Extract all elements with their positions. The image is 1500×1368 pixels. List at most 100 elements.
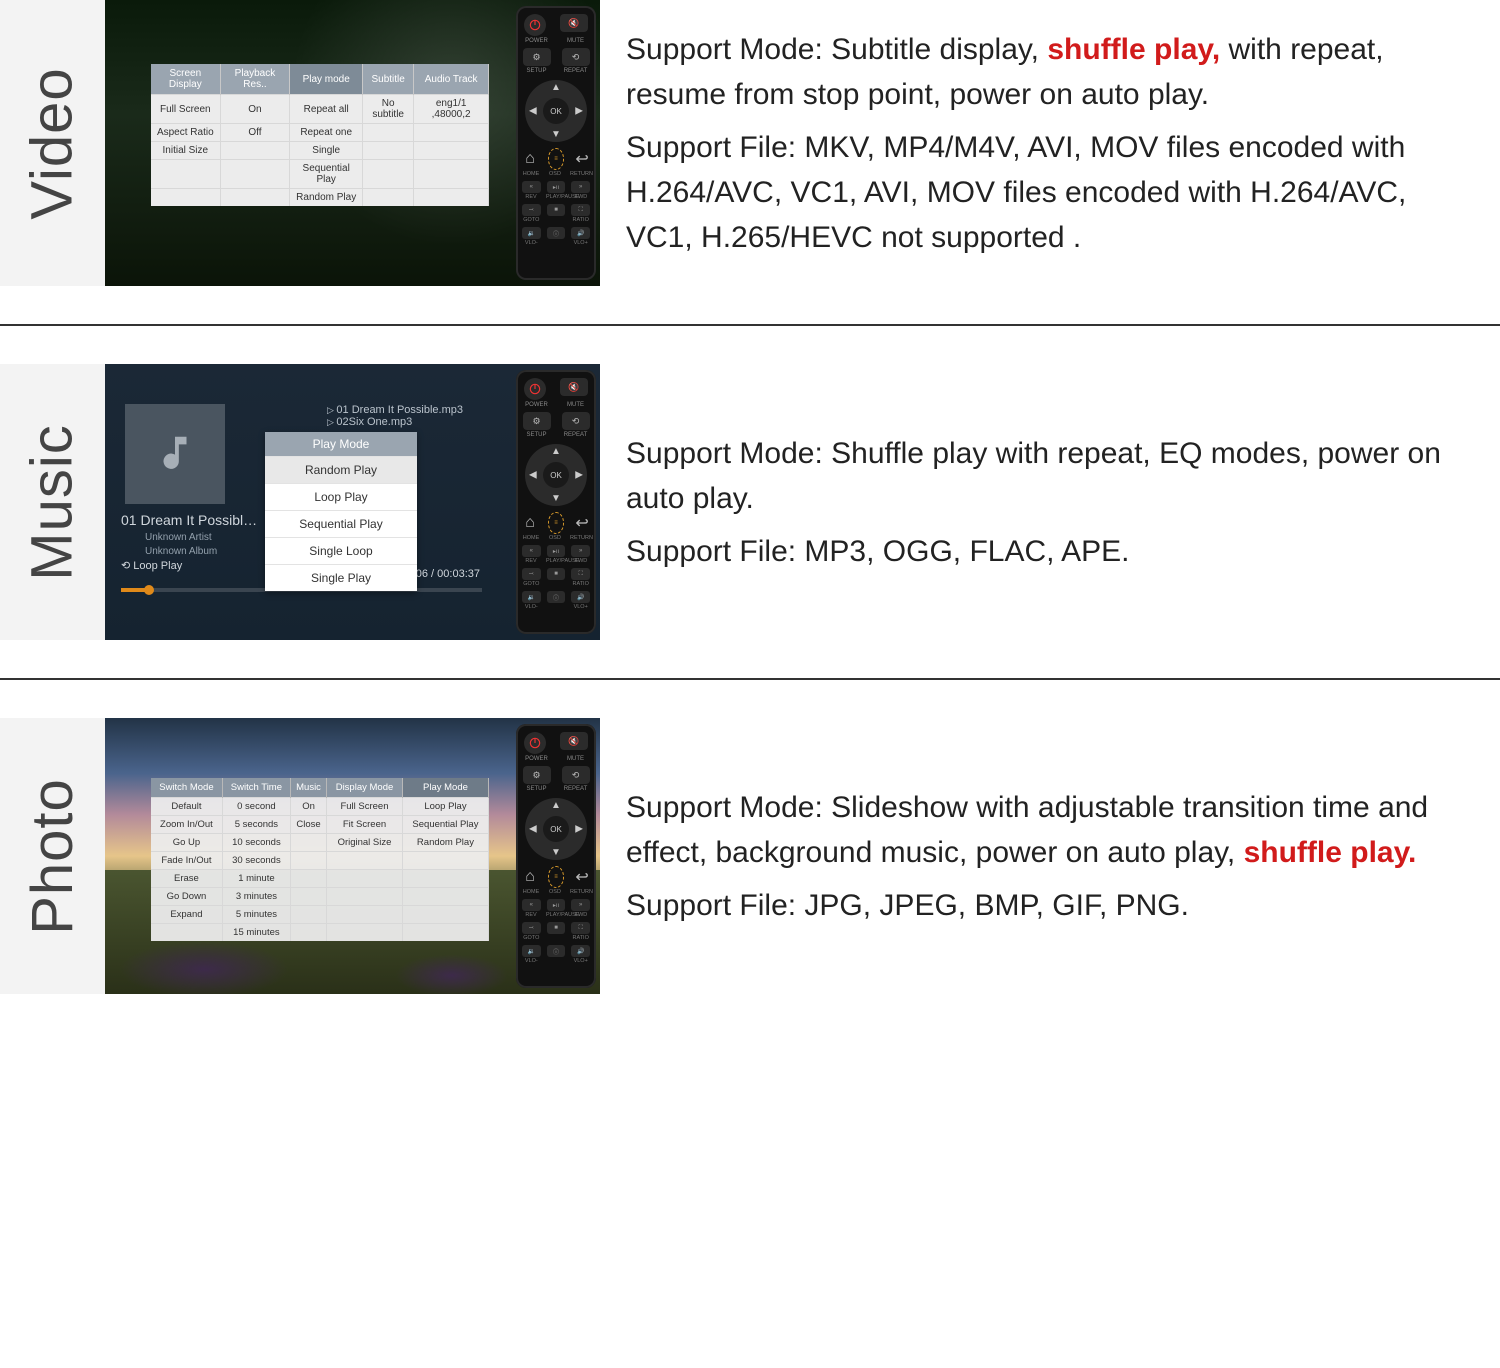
menu-header[interactable]: Subtitle <box>363 64 414 95</box>
menu-option[interactable]: On <box>290 798 326 816</box>
power-button[interactable] <box>524 732 546 754</box>
menu-option[interactable]: 10 seconds <box>222 834 290 852</box>
menu-header[interactable]: Playback Res.. <box>220 64 290 95</box>
menu-option[interactable]: Full Screen <box>327 798 403 816</box>
menu-option[interactable]: Off <box>220 124 290 142</box>
goto-button[interactable]: ⤙ <box>522 568 541 580</box>
ratio-button[interactable]: ⛶ <box>571 204 590 216</box>
ratio-button[interactable]: ⛶ <box>571 922 590 934</box>
ok-button[interactable]: OK <box>543 98 569 124</box>
menu-option[interactable]: Repeat all <box>290 95 363 124</box>
menu-option[interactable]: Expand <box>151 906 222 924</box>
vol-up-button[interactable]: 🔊 <box>571 591 590 603</box>
dpad-right-icon[interactable]: ▶ <box>575 824 583 835</box>
power-button[interactable] <box>524 378 546 400</box>
menu-header[interactable]: Music <box>290 778 326 798</box>
vol-up-button[interactable]: 🔊 <box>571 227 590 239</box>
menu-option[interactable]: Random Play <box>290 189 363 207</box>
menu-option[interactable]: Close <box>290 816 326 834</box>
info-button[interactable]: ⓘ <box>547 227 566 239</box>
mute-button[interactable]: 🔇 <box>560 378 588 396</box>
fwd-button[interactable]: » <box>571 899 590 911</box>
vol-down-button[interactable]: 🔉 <box>522 945 541 957</box>
music-file-item[interactable]: 02Six One.mp3 <box>327 416 463 428</box>
menu-option[interactable]: Default <box>151 798 222 816</box>
menu-option[interactable]: Sequential Play <box>402 816 488 834</box>
menu-header[interactable]: Switch Time <box>222 778 290 798</box>
menu-header[interactable]: Switch Mode <box>151 778 222 798</box>
mute-button[interactable]: 🔇 <box>560 14 588 32</box>
menu-option[interactable]: Loop Play <box>402 798 488 816</box>
menu-option[interactable]: eng1/1 ,48000,2 <box>414 95 489 124</box>
dpad-down-icon[interactable]: ▼ <box>551 129 561 140</box>
play-mode-option[interactable]: Sequential Play <box>265 510 417 537</box>
menu-option[interactable]: 5 minutes <box>222 906 290 924</box>
info-button[interactable]: ⓘ <box>547 945 566 957</box>
dpad[interactable]: ▲ ▼ ◀ ▶ OK <box>525 80 587 142</box>
fwd-button[interactable]: » <box>571 545 590 557</box>
menu-option[interactable]: Sequential Play <box>290 160 363 189</box>
menu-header[interactable]: Play mode <box>290 64 363 95</box>
repeat-button[interactable]: ⟲ <box>562 766 590 784</box>
dpad[interactable]: ▲ ▼ ◀ ▶ OK <box>525 798 587 860</box>
play-pause-button[interactable]: ▸ıı <box>547 899 566 911</box>
play-mode-option[interactable]: Single Loop <box>265 537 417 564</box>
dpad-down-icon[interactable]: ▼ <box>551 493 561 504</box>
osd-button[interactable]: ≡ <box>548 148 564 170</box>
menu-option[interactable]: 1 minute <box>222 870 290 888</box>
play-pause-button[interactable]: ▸ıı <box>547 545 566 557</box>
goto-button[interactable]: ⤙ <box>522 204 541 216</box>
menu-option[interactable]: Go Down <box>151 888 222 906</box>
dpad-up-icon[interactable]: ▲ <box>551 800 561 811</box>
menu-header[interactable]: Display Mode <box>327 778 403 798</box>
dpad-down-icon[interactable]: ▼ <box>551 847 561 858</box>
menu-option[interactable]: 3 minutes <box>222 888 290 906</box>
menu-option[interactable]: Original Size <box>327 834 403 852</box>
menu-option[interactable]: Aspect Ratio <box>151 124 220 142</box>
stop-button[interactable]: ■ <box>547 568 566 580</box>
menu-option[interactable]: Zoom In/Out <box>151 816 222 834</box>
osd-button[interactable]: ≡ <box>548 866 564 888</box>
dpad-left-icon[interactable]: ◀ <box>529 470 537 481</box>
mute-button[interactable]: 🔇 <box>560 732 588 750</box>
dpad-up-icon[interactable]: ▲ <box>551 446 561 457</box>
play-pause-button[interactable]: ▸ıı <box>547 181 566 193</box>
dpad-right-icon[interactable]: ▶ <box>575 106 583 117</box>
setup-button[interactable]: ⚙ <box>523 48 551 66</box>
repeat-button[interactable]: ⟲ <box>562 412 590 430</box>
home-button[interactable]: ⌂ <box>522 866 538 888</box>
dpad-left-icon[interactable]: ◀ <box>529 106 537 117</box>
menu-option[interactable]: Single <box>290 142 363 160</box>
home-button[interactable]: ⌂ <box>522 512 538 534</box>
rev-button[interactable]: « <box>522 545 541 557</box>
ok-button[interactable]: OK <box>543 816 569 842</box>
menu-option[interactable]: 15 minutes <box>222 924 290 942</box>
rev-button[interactable]: « <box>522 899 541 911</box>
menu-option[interactable]: On <box>220 95 290 124</box>
setup-button[interactable]: ⚙ <box>523 766 551 784</box>
osd-button[interactable]: ≡ <box>548 512 564 534</box>
goto-button[interactable]: ⤙ <box>522 922 541 934</box>
menu-option[interactable]: Repeat one <box>290 124 363 142</box>
music-file-item[interactable]: 01 Dream It Possible.mp3 <box>327 404 463 416</box>
dpad-right-icon[interactable]: ▶ <box>575 470 583 481</box>
menu-option[interactable]: Erase <box>151 870 222 888</box>
home-button[interactable]: ⌂ <box>522 148 538 170</box>
stop-button[interactable]: ■ <box>547 922 566 934</box>
vol-down-button[interactable]: 🔉 <box>522 227 541 239</box>
play-mode-option[interactable]: Single Play <box>265 564 417 591</box>
menu-option[interactable]: 30 seconds <box>222 852 290 870</box>
menu-option[interactable]: No subtitle <box>363 95 414 124</box>
power-button[interactable] <box>524 14 546 36</box>
menu-option[interactable]: Full Screen <box>151 95 220 124</box>
menu-option[interactable]: Go Up <box>151 834 222 852</box>
ok-button[interactable]: OK <box>543 462 569 488</box>
vol-down-button[interactable]: 🔉 <box>522 591 541 603</box>
return-button[interactable]: ↩ <box>574 866 590 888</box>
setup-button[interactable]: ⚙ <box>523 412 551 430</box>
ratio-button[interactable]: ⛶ <box>571 568 590 580</box>
play-mode-option[interactable]: Loop Play <box>265 483 417 510</box>
play-mode-option[interactable]: Random Play <box>265 456 417 483</box>
rev-button[interactable]: « <box>522 181 541 193</box>
repeat-button[interactable]: ⟲ <box>562 48 590 66</box>
